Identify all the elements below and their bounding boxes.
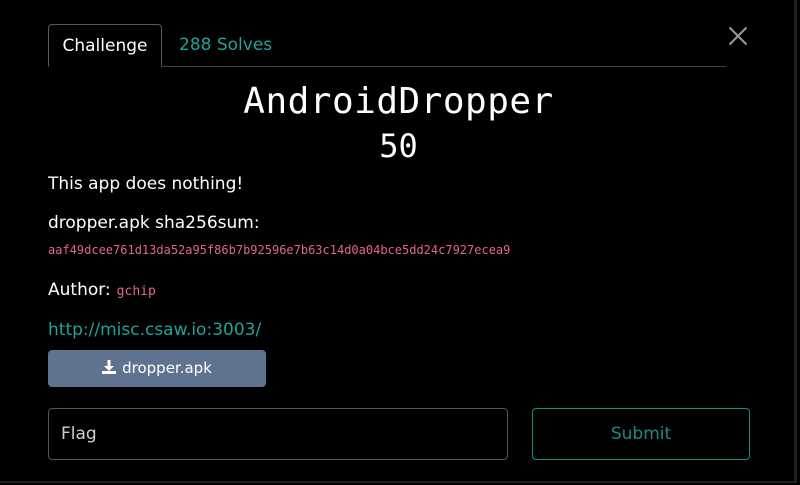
challenge-title: AndroidDropper	[243, 81, 554, 122]
hash-value: aaf49dcee761d13da52a95f86b7b92596e7b63c1…	[48, 243, 511, 257]
flag-input[interactable]	[48, 408, 508, 460]
download-button[interactable]: dropper.apk	[48, 350, 266, 387]
download-icon	[102, 351, 117, 374]
author-row: Author: gchip	[48, 278, 156, 304]
hash-label: dropper.apk sha256sum:	[48, 213, 260, 233]
challenge-points: 50	[379, 127, 418, 165]
challenge-link[interactable]: http://misc.csaw.io:3003/	[48, 318, 261, 342]
tab-challenge[interactable]: Challenge	[48, 24, 162, 67]
challenge-modal: Challenge 288 Solves AndroidDropper 50 T…	[0, 0, 797, 483]
tab-bar: Challenge 288 Solves	[48, 24, 726, 67]
close-icon[interactable]	[728, 26, 748, 46]
submit-button[interactable]: Submit	[532, 408, 750, 460]
author-name: gchip	[116, 284, 156, 299]
tab-solves[interactable]: 288 Solves	[179, 24, 272, 66]
author-label: Author:	[48, 280, 111, 300]
download-label: dropper.apk	[122, 359, 212, 377]
challenge-description: This app does nothing!	[48, 174, 244, 194]
